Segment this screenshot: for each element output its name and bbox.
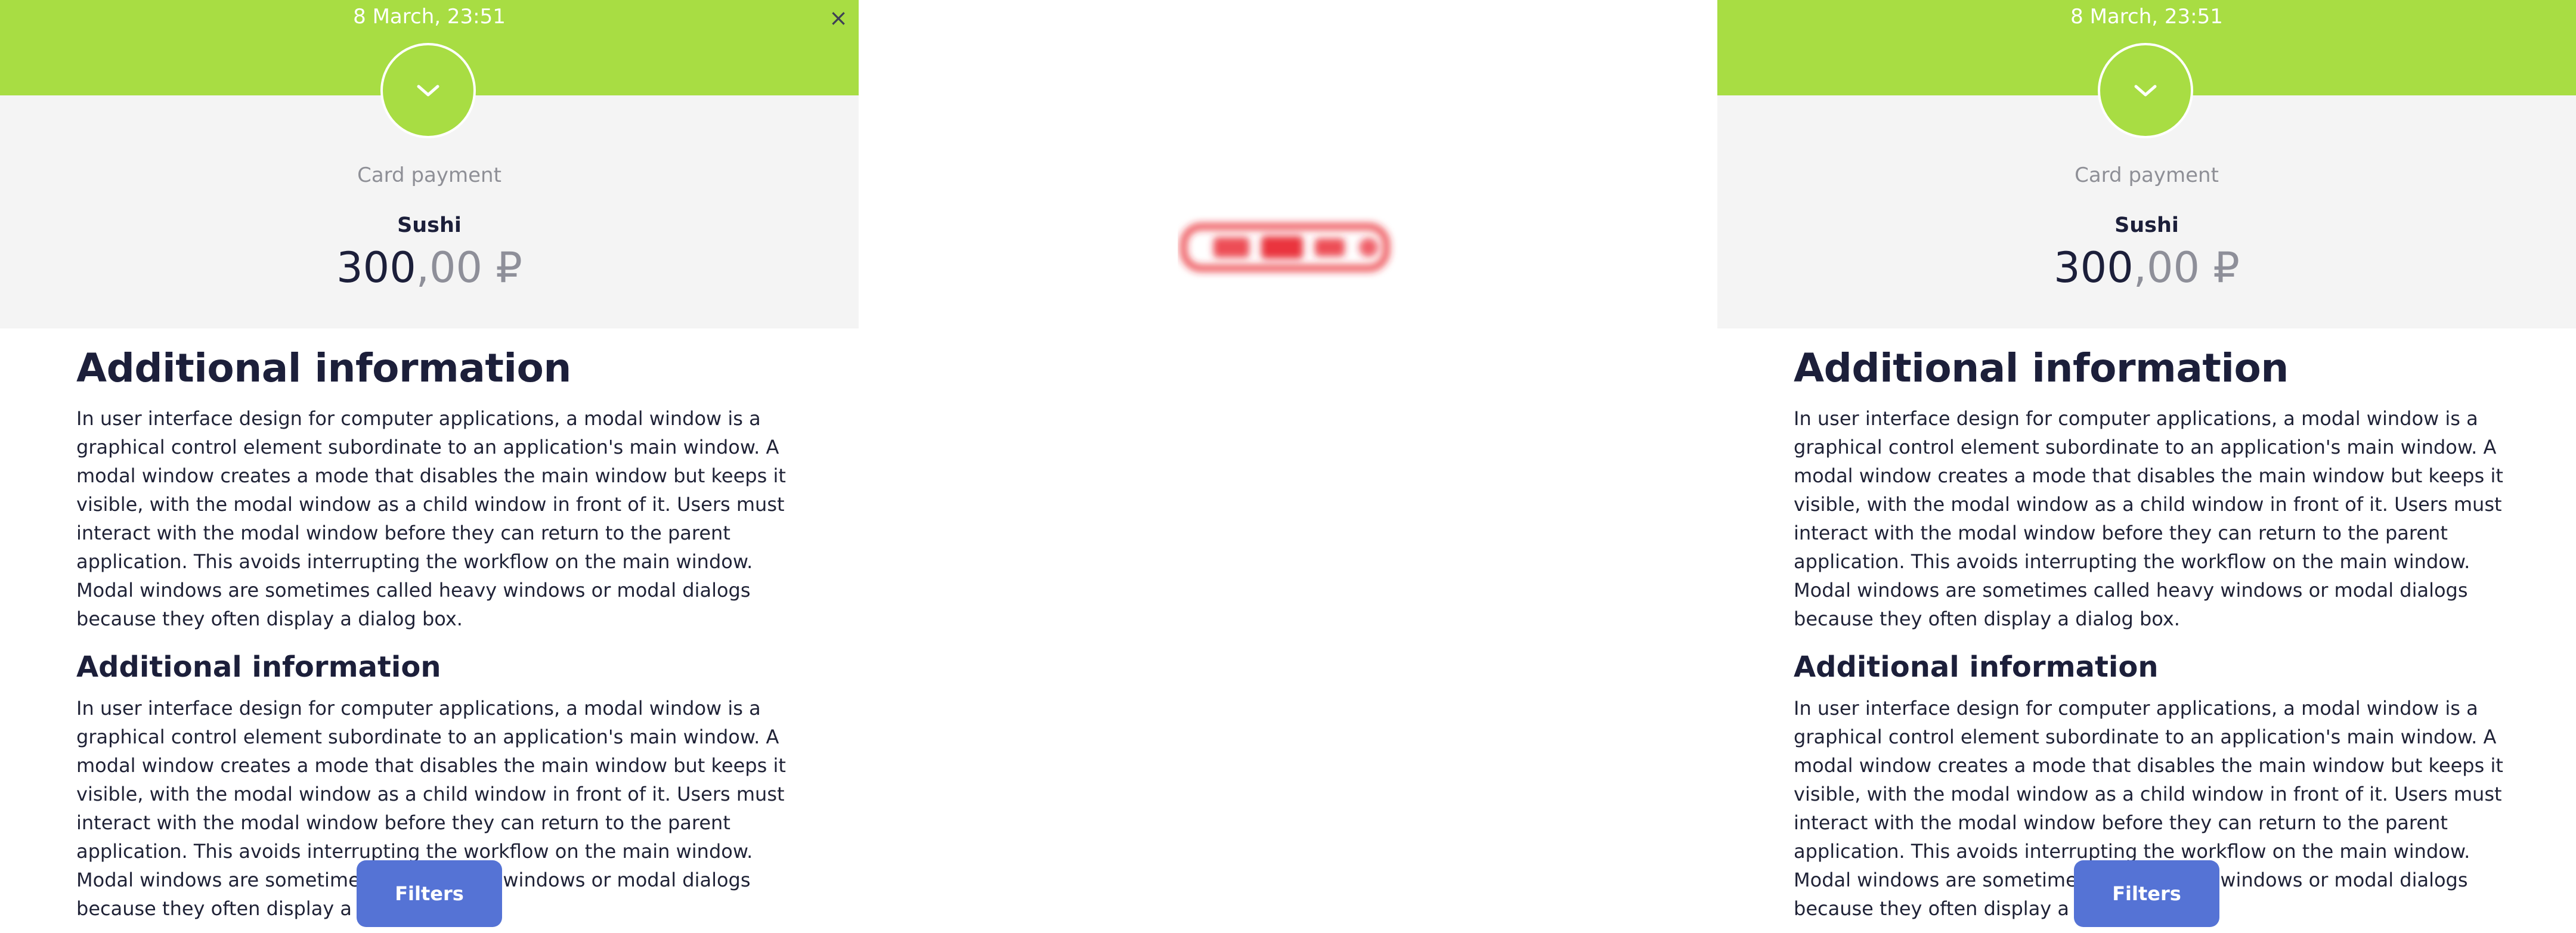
status-circle: [380, 43, 476, 138]
section-title: Additional information: [76, 345, 571, 391]
amount-currency: ₽: [496, 243, 522, 292]
amount-currency: ₽: [2213, 243, 2240, 292]
filters-button[interactable]: Filters: [357, 860, 502, 927]
amount-decimal: ,00: [416, 243, 483, 292]
section-subtitle: Additional information: [1794, 650, 2159, 684]
receipt-screen-right: 8 March, 23:51 Card payment Sushi 300,00…: [1717, 0, 2576, 933]
amount-decimal: ,00: [2133, 243, 2200, 292]
section-text: In user interface design for computer ap…: [1794, 407, 2503, 630]
amount-integer: 300: [2054, 243, 2134, 292]
section-text: In user interface design for computer ap…: [76, 407, 786, 630]
amount: 300,00 ₽: [0, 241, 859, 295]
merchant-name: Sushi: [397, 213, 462, 237]
receipt-screen-left: 8 March, 23:51 × Card payment Sushi 300,…: [0, 0, 859, 933]
close-icon[interactable]: ×: [828, 7, 849, 29]
payment-method: Card payment: [2075, 163, 2219, 187]
additional-info: Additional information In user interface…: [76, 339, 792, 923]
transaction-datetime: 8 March, 23:51: [353, 5, 506, 29]
amount-integer: 300: [336, 243, 416, 292]
chevron-down-icon: [417, 85, 439, 97]
additional-info: Additional information In user interface…: [1794, 339, 2509, 923]
amount: 300,00 ₽: [1717, 241, 2576, 295]
status-circle: [2098, 43, 2193, 138]
transaction-datetime: 8 March, 23:51: [2070, 5, 2223, 29]
payment-method: Card payment: [357, 163, 501, 187]
section-subtitle: Additional information: [76, 650, 441, 684]
filters-button[interactable]: Filters: [2074, 860, 2219, 927]
chevron-down-icon: [2134, 85, 2157, 97]
section-title: Additional information: [1794, 345, 2289, 391]
merchant-name: Sushi: [2114, 213, 2179, 237]
blurred-stamp-icon: [1180, 223, 1390, 272]
